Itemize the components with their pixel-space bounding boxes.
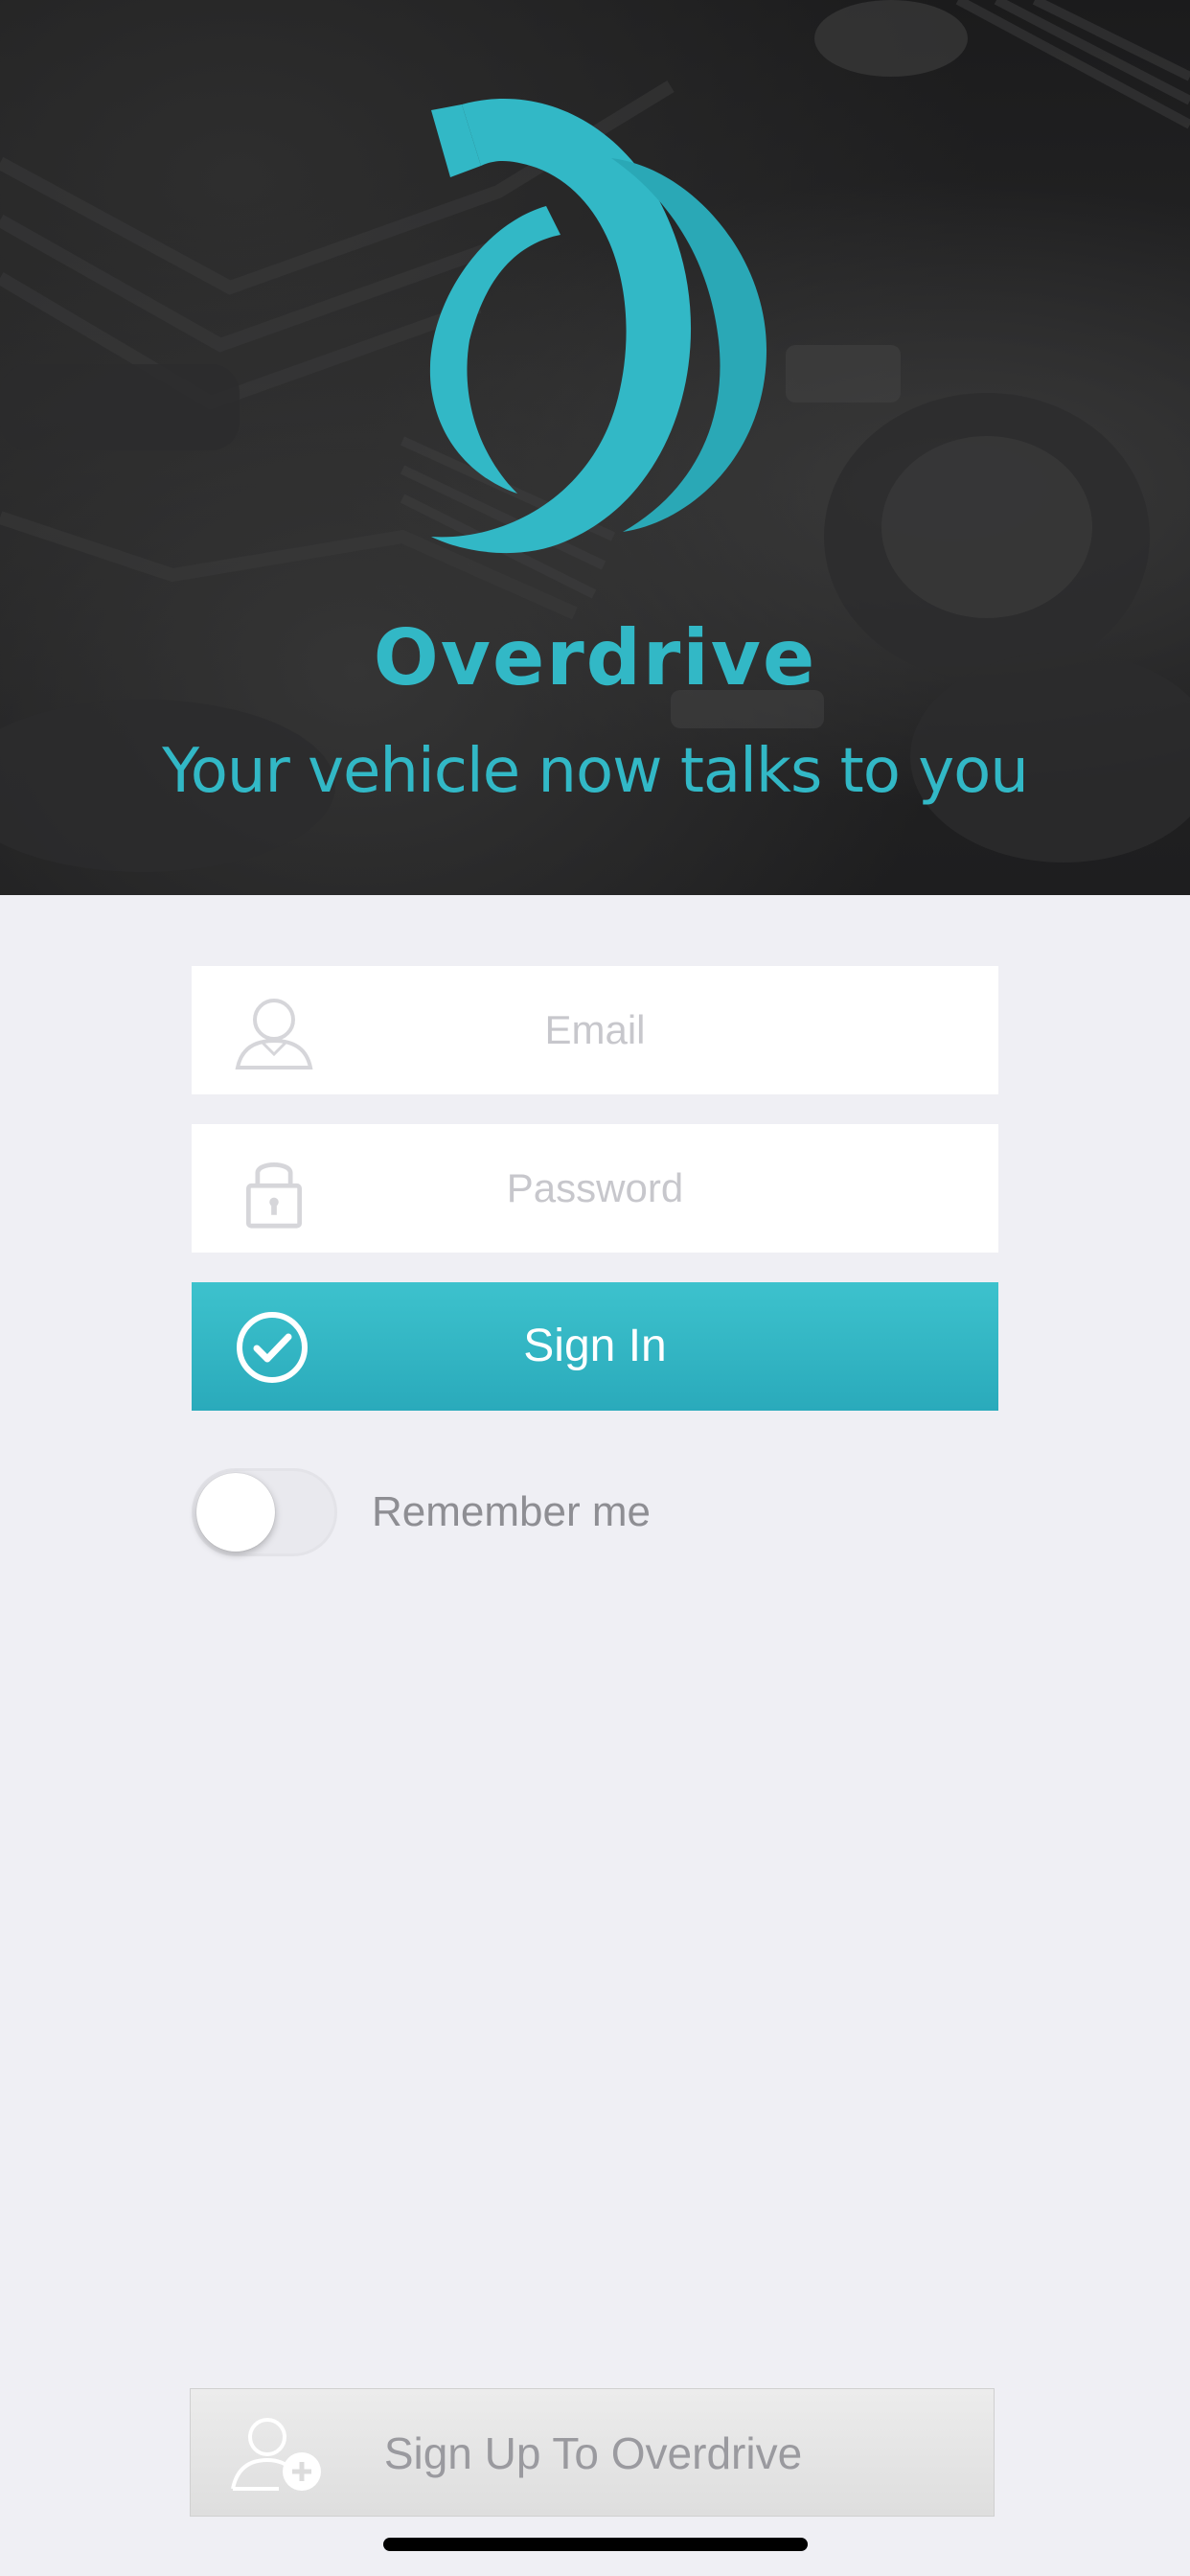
brand-name: Overdrive xyxy=(373,613,817,702)
sign-up-label: Sign Up To Overdrive xyxy=(383,2428,803,2478)
home-indicator xyxy=(383,2538,808,2551)
remember-me-toggle[interactable] xyxy=(192,1468,337,1556)
email-field[interactable] xyxy=(192,966,998,1094)
remember-me-label: Remember me xyxy=(372,1488,651,1535)
sign-in-label: Sign In xyxy=(523,1321,667,1371)
sign-up-button[interactable]: Sign Up To Overdrive xyxy=(190,2388,995,2517)
remember-me-row: Remember me xyxy=(192,1468,767,1560)
brand-tagline: Your vehicle now talks to you xyxy=(162,736,1029,807)
user-icon xyxy=(235,999,313,1070)
hero-banner: Overdrive Your vehicle now talks to you xyxy=(0,0,1190,895)
overdrive-logo xyxy=(429,99,767,554)
toggle-knob xyxy=(196,1473,275,1552)
login-screen: Overdrive Your vehicle now talks to you … xyxy=(0,0,1190,2576)
sign-in-button[interactable]: Sign In xyxy=(192,1282,998,1411)
password-field[interactable] xyxy=(192,1124,998,1253)
lock-icon xyxy=(245,1162,303,1229)
